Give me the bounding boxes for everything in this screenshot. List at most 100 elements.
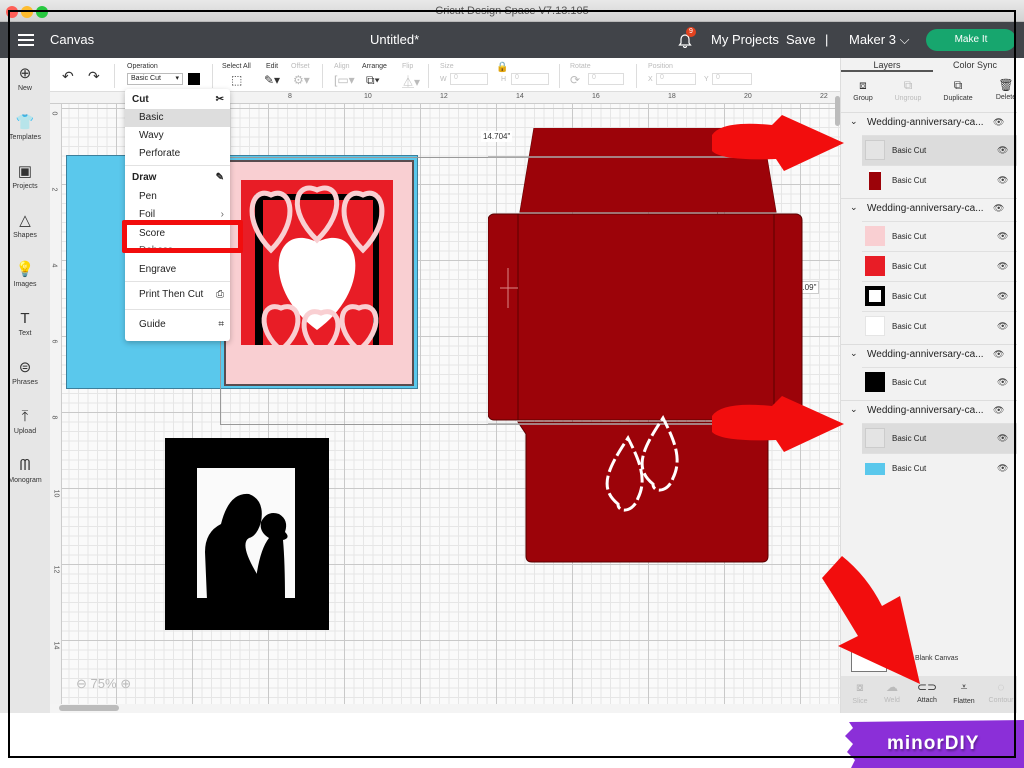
contour-button[interactable]: ◌ Contour xyxy=(984,680,1018,704)
layer-group[interactable]: ⌄ Wedding-anniversary-ca... 👁 xyxy=(841,344,1017,364)
ruler-tick-label: 10 xyxy=(364,93,372,100)
menu-item-engrave[interactable]: Engrave xyxy=(125,261,230,279)
eye-icon[interactable]: 👁 xyxy=(993,349,1004,360)
layer-row[interactable]: Basic Cut 👁 xyxy=(862,423,1017,453)
flip-icon[interactable]: ⏅▾ xyxy=(402,73,420,90)
width-input[interactable]: 0 xyxy=(450,73,488,85)
sidebar-item-new[interactable]: ⊕ New xyxy=(0,66,50,93)
layer-label: Basic Cut xyxy=(892,322,927,331)
left-sidebar: ⊕ New 👕 Templates ▣ Projects △ Shapes 💡 Images T Te… xyxy=(0,58,50,713)
lock-icon[interactable]: 🔒 xyxy=(496,62,508,73)
eye-icon[interactable]: 👁 xyxy=(997,261,1008,272)
sidebar-item-images[interactable]: 💡 Images xyxy=(0,261,50,289)
flatten-button[interactable]: ⩡ Flatten xyxy=(947,680,981,705)
layer-group-name: Wedding-anniversary-ca... xyxy=(867,405,984,416)
layer-group[interactable]: ⌄ Wedding-anniversary-ca... 👁 xyxy=(841,400,1017,420)
layer-label: Basic Cut xyxy=(892,292,927,301)
size-label: Size xyxy=(440,63,454,70)
zoom-in-button[interactable]: ⊕ xyxy=(120,676,131,691)
eye-icon[interactable]: 👁 xyxy=(997,145,1008,156)
layer-row[interactable]: Basic Cut 👁 xyxy=(862,165,1017,195)
menu-item-pen[interactable]: Pen xyxy=(125,188,230,206)
save-button[interactable]: Save xyxy=(786,32,816,47)
ruler-tick-label: 18 xyxy=(668,93,676,100)
chevron-down-icon[interactable]: ⌄ xyxy=(850,348,858,359)
eye-icon[interactable]: 👁 xyxy=(993,405,1004,416)
menu-item-wavy[interactable]: Wavy xyxy=(125,127,230,145)
color-swatch[interactable] xyxy=(188,73,200,85)
eye-icon[interactable]: 👁 xyxy=(997,463,1008,474)
make-it-button[interactable]: Make It xyxy=(926,29,1016,51)
tab-color-sync[interactable]: Color Sync xyxy=(933,58,1017,72)
x-input[interactable]: 0 xyxy=(656,73,696,85)
align-icon[interactable]: [▭▾ xyxy=(334,73,355,87)
layer-row[interactable]: Basic Cut 👁 xyxy=(862,221,1017,251)
trash-icon: 🗑 xyxy=(998,78,1014,92)
layer-row[interactable]: Basic Cut 👁 xyxy=(862,311,1017,341)
layer-row[interactable]: Basic Cut 👁 xyxy=(862,453,1017,483)
eye-icon[interactable]: 👁 xyxy=(997,321,1008,332)
eye-icon[interactable]: 👁 xyxy=(997,175,1008,186)
y-input[interactable]: 0 xyxy=(712,73,752,85)
tab-layers[interactable]: Layers xyxy=(841,58,933,72)
upload-icon: ⤒ xyxy=(21,408,29,425)
sidebar-item-templates[interactable]: 👕 Templates xyxy=(0,115,50,142)
zoom-out-button[interactable]: ⊖ xyxy=(76,676,87,691)
group-icon: ⧈ xyxy=(859,78,867,92)
sidebar-item-projects[interactable]: ▣ Projects xyxy=(0,164,50,191)
arrange-icon[interactable]: ⧉▾ xyxy=(366,73,380,88)
redo-icon[interactable]: ↷ xyxy=(88,68,100,85)
chevron-down-icon[interactable]: ⌄ xyxy=(850,202,858,213)
eye-icon[interactable]: 👁 xyxy=(993,117,1004,128)
layer-group[interactable]: ⌄ Wedding-anniversary-ca... 👁 xyxy=(841,198,1017,218)
operation-dropdown[interactable]: Basic Cut xyxy=(127,73,183,85)
duplicate-button[interactable]: ⧉ Duplicate xyxy=(936,78,980,102)
pencil-icon[interactable]: ✎▾ xyxy=(264,73,280,87)
group-button[interactable]: ⧈ Group xyxy=(841,78,885,102)
sidebar-item-shapes[interactable]: △ Shapes xyxy=(0,213,50,240)
eye-icon[interactable]: 👁 xyxy=(997,291,1008,302)
layer-thumbnail xyxy=(865,226,885,246)
machine-selector[interactable]: Maker 3 ⌵ xyxy=(849,32,909,48)
ungroup-button[interactable]: ⧉ Ungroup xyxy=(886,78,930,102)
layer-group[interactable]: ⌄ Wedding-anniversary-ca... 👁 xyxy=(841,112,1017,132)
lightbulb-icon: 💡 xyxy=(15,261,35,278)
document-title[interactable]: Untitled* xyxy=(370,32,419,47)
layer-row[interactable]: Basic Cut 👁 xyxy=(862,281,1017,311)
undo-icon[interactable]: ↶ xyxy=(62,68,74,85)
eye-icon[interactable]: 👁 xyxy=(997,433,1008,444)
menu-item-perforate[interactable]: Perforate xyxy=(125,145,230,163)
rotate-input[interactable]: 0 xyxy=(588,73,624,85)
layer-thumbnail xyxy=(865,463,885,475)
ruler-tick-label: 14 xyxy=(516,93,524,100)
hamburger-menu-icon[interactable] xyxy=(18,34,34,46)
menu-item-print-then-cut[interactable]: Print Then Cut ⎙ xyxy=(125,286,230,304)
menu-item-basic[interactable]: Basic xyxy=(125,109,230,127)
eye-icon[interactable]: 👁 xyxy=(997,377,1008,388)
sidebar-item-phrases[interactable]: ⊜ Phrases xyxy=(0,360,50,387)
red-envelope-design[interactable] xyxy=(488,128,804,564)
layer-row[interactable]: Basic Cut 👁 xyxy=(862,251,1017,281)
layer-thumbnail xyxy=(865,140,885,160)
height-input[interactable]: 0 xyxy=(511,73,549,85)
layer-row[interactable]: Basic Cut 👁 xyxy=(862,367,1017,397)
menu-item-guide[interactable]: Guide ⌗ xyxy=(125,316,230,334)
scissors-icon: ✂ xyxy=(215,94,224,105)
delete-button[interactable]: 🗑 Delete xyxy=(984,78,1024,101)
text-icon: T xyxy=(20,310,30,327)
offset-icon[interactable]: ⚙▾ xyxy=(293,73,310,87)
eye-icon[interactable]: 👁 xyxy=(997,231,1008,242)
layer-label: Basic Cut xyxy=(892,176,927,185)
horizontal-scrollbar[interactable] xyxy=(59,705,119,711)
rotate-icon[interactable]: ⟳ xyxy=(570,73,580,87)
select-all-icon[interactable]: ⬚ xyxy=(231,73,242,87)
sidebar-item-text[interactable]: T Text xyxy=(0,310,50,338)
my-projects-link[interactable]: My Projects xyxy=(711,32,779,47)
score-highlight-annotation xyxy=(122,220,243,253)
layer-row[interactable]: Basic Cut 👁 xyxy=(862,135,1017,165)
couple-silhouette[interactable] xyxy=(199,482,293,600)
sidebar-item-upload[interactable]: ⤒ Upload xyxy=(0,408,50,436)
pen-icon: ✎ xyxy=(215,172,224,183)
eye-icon[interactable]: 👁 xyxy=(993,203,1004,214)
sidebar-item-monogram[interactable]: ᗰ Monogram xyxy=(0,458,50,485)
